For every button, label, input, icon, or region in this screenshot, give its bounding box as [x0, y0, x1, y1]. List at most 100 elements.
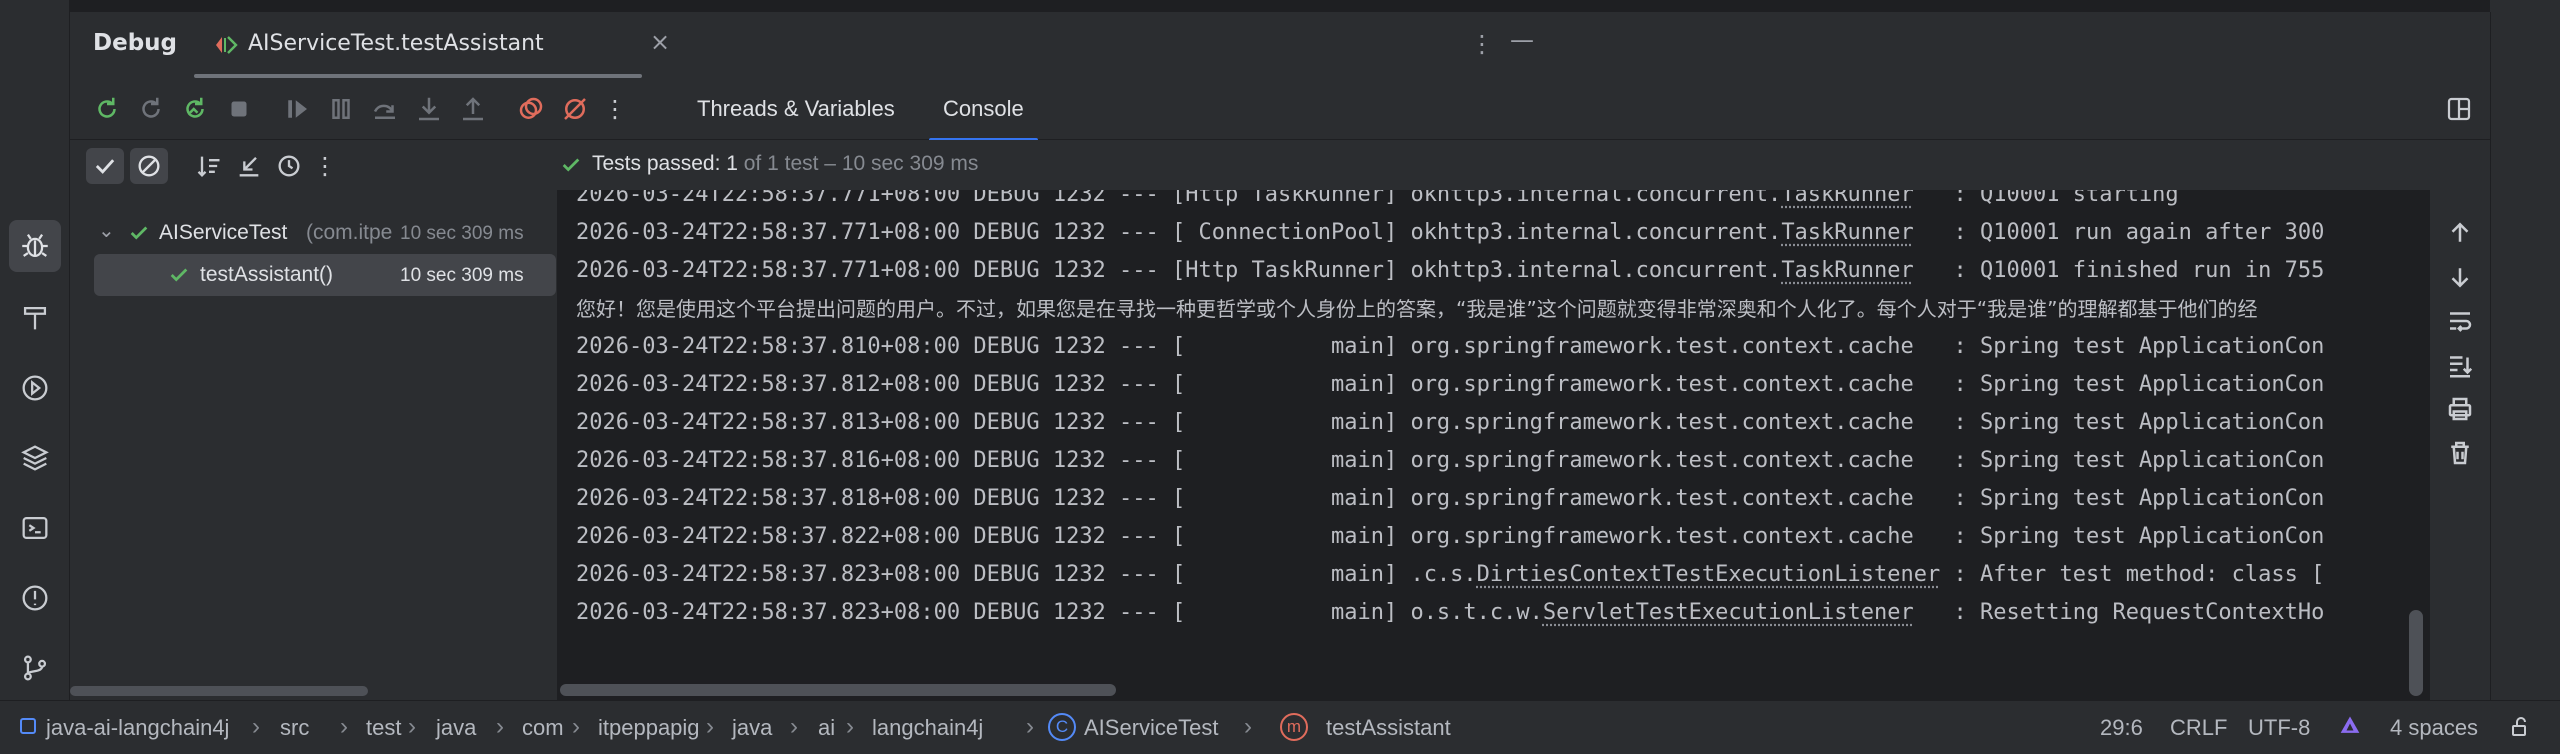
method-icon: m	[1280, 713, 1308, 741]
session-tab[interactable]: AIServiceTest.testAssistant ×	[190, 12, 670, 78]
tab-threads-variables[interactable]: Threads & Variables	[697, 96, 895, 122]
breadcrumb-item[interactable]: java	[732, 715, 772, 741]
console-line: 2026-03-24T22:58:37.818+08:00 DEBUG 1232…	[576, 480, 2324, 518]
tab-console[interactable]: Console	[929, 96, 1038, 142]
tree-method-time: 10 sec 309 ms	[400, 265, 524, 286]
status-prefix: Tests passed:	[592, 152, 727, 175]
breadcrumb-item[interactable]: langchain4j	[872, 715, 983, 741]
stop-button[interactable]	[222, 92, 256, 126]
chevron-down-icon[interactable]: ⌄	[98, 218, 115, 243]
console-class-link[interactable]: ServletTestExecutionListener	[1543, 600, 1914, 625]
step-over-button[interactable]	[368, 92, 402, 126]
build-tool-button[interactable]	[9, 292, 61, 344]
collapse-icon	[239, 157, 259, 177]
console-horizontal-scrollbar[interactable]	[560, 684, 1116, 696]
scroll-to-end-icon[interactable]	[2445, 350, 2475, 380]
console-line: 2026-03-24T22:58:37.823+08:00 DEBUG 1232…	[576, 556, 2324, 594]
breadcrumb-separator-icon: ›	[496, 713, 504, 740]
terminal-tool-button[interactable]	[9, 502, 61, 554]
tree-node-method[interactable]: testAssistant() 10 sec 309 ms	[94, 254, 556, 296]
test-runner-toolbar: ⋮ Tests passed: 1 of 1 test – 10 sec 309…	[70, 140, 2490, 190]
console-class-link[interactable]: TaskRunner	[1781, 258, 1913, 283]
lock-icon[interactable]	[2508, 715, 2532, 739]
line-separator[interactable]: CRLF	[2170, 715, 2227, 741]
caret-position[interactable]: 29:6	[2100, 715, 2143, 741]
breadcrumb-separator-icon: ›	[790, 713, 798, 740]
git-branch-icon	[23, 655, 47, 681]
test-toolbar-more-button[interactable]: ⋮	[306, 148, 344, 184]
rerun-icon	[98, 97, 116, 118]
console-output[interactable]: 2026-03-24T22:58:37.771+08:00 DEBUG 1232…	[558, 190, 2430, 700]
rerun-button[interactable]	[90, 92, 124, 126]
breadcrumb-separator-icon: ›	[846, 713, 854, 740]
show-passed-toggle[interactable]	[86, 148, 124, 184]
print-icon[interactable]	[2445, 394, 2475, 424]
resume-button[interactable]	[280, 92, 314, 126]
pause-icon	[332, 99, 350, 119]
console-text: 2026-03-24T22:58:37.813+08:00 DEBUG 1232…	[576, 410, 2325, 435]
step-out-button[interactable]	[456, 92, 490, 126]
panel-title: Debug	[93, 30, 177, 56]
breadcrumb-item[interactable]: testAssistant	[1326, 715, 1451, 741]
file-encoding[interactable]: UTF-8	[2248, 715, 2310, 741]
status-suffix: of 1 test – 10 sec 309 ms	[737, 152, 979, 175]
layout-button[interactable]	[2442, 92, 2476, 126]
mute-breakpoints-button[interactable]	[558, 92, 592, 126]
layers-icon	[21, 445, 49, 471]
console-text: 2026-03-24T22:58:37.771+08:00 DEBUG 1232…	[576, 258, 1782, 283]
breadcrumb-item[interactable]: com	[522, 715, 564, 741]
more-icon: ⋮	[313, 152, 337, 180]
history-button[interactable]	[270, 148, 308, 184]
rerun-failed-button[interactable]	[134, 92, 168, 126]
console-line: 2026-03-24T22:58:37.810+08:00 DEBUG 1232…	[576, 328, 2324, 366]
console-text: : Q10001 run again after 300	[1913, 220, 2325, 245]
run-tool-button[interactable]	[9, 362, 61, 414]
console-class-link[interactable]: TaskRunner	[1781, 220, 1913, 245]
run-icon	[22, 375, 48, 401]
collapse-all-button[interactable]	[230, 148, 268, 184]
toolbar-more-button[interactable]: ⋮	[598, 92, 632, 126]
problems-tool-button[interactable]	[9, 572, 61, 624]
arrow-up-icon[interactable]	[2445, 218, 2475, 248]
step-into-button[interactable]	[412, 92, 446, 126]
more-options-icon[interactable]: ⋮	[1470, 30, 1494, 58]
console-text: 2026-03-24T22:58:37.771+08:00 DEBUG 1232…	[576, 220, 1782, 245]
console-line: 2026-03-24T22:58:37.822+08:00 DEBUG 1232…	[576, 518, 2324, 556]
console-line: 2026-03-24T22:58:37.813+08:00 DEBUG 1232…	[576, 404, 2324, 442]
indent-setting[interactable]: 4 spaces	[2390, 715, 2478, 741]
view-breakpoints-button[interactable]	[514, 92, 548, 126]
step-over-icon	[373, 104, 395, 119]
console-class-link[interactable]: TaskRunner	[1781, 190, 1913, 207]
pause-button[interactable]	[324, 92, 358, 126]
layout-icon	[2447, 97, 2471, 121]
tree-node-class[interactable]: ⌄ AIServiceTest (com.itpe 10 sec 309 ms	[70, 212, 558, 254]
console-class-link[interactable]: DirtiesContextTestExecutionListener	[1477, 562, 1941, 587]
sort-button[interactable]	[190, 148, 228, 184]
close-tab-icon[interactable]: ×	[650, 28, 670, 56]
breadcrumb-item[interactable]: itpeppapig	[598, 715, 700, 741]
show-ignored-toggle[interactable]	[130, 148, 168, 184]
ai-assistant-icon[interactable]	[2336, 713, 2364, 741]
debug-tool-button[interactable]	[9, 220, 61, 272]
breadcrumb-item[interactable]: test	[366, 715, 401, 741]
tree-class-package: (com.itpe	[306, 221, 393, 244]
breadcrumb-item[interactable]: src	[280, 715, 309, 741]
soft-wrap-icon[interactable]	[2445, 306, 2475, 336]
tree-horizontal-scrollbar[interactable]	[70, 686, 368, 696]
minimize-icon[interactable]: —	[1510, 26, 1534, 54]
console-text: 2026-03-24T22:58:37.822+08:00 DEBUG 1232…	[576, 524, 2325, 549]
hammer-icon	[23, 306, 47, 330]
session-tab-label: AIServiceTest.testAssistant	[248, 31, 544, 56]
breadcrumb-item[interactable]: java	[436, 715, 476, 741]
trash-icon[interactable]	[2445, 438, 2475, 468]
breadcrumb-item[interactable]: ai	[818, 715, 835, 741]
debug-header: Debug AIServiceTest.testAssistant × ⋮ —	[70, 12, 2490, 78]
rerun-auto-button[interactable]	[178, 92, 212, 126]
breadcrumb-item[interactable]: AIServiceTest	[1084, 715, 1219, 741]
git-tool-button[interactable]	[9, 642, 61, 694]
breadcrumb-item[interactable]: java-ai-langchain4j	[46, 715, 229, 741]
console-line: 2026-03-24T22:58:37.812+08:00 DEBUG 1232…	[576, 366, 2324, 404]
console-vertical-scrollbar[interactable]	[2409, 610, 2423, 696]
services-tool-button[interactable]	[9, 432, 61, 484]
arrow-down-icon[interactable]	[2445, 262, 2475, 292]
